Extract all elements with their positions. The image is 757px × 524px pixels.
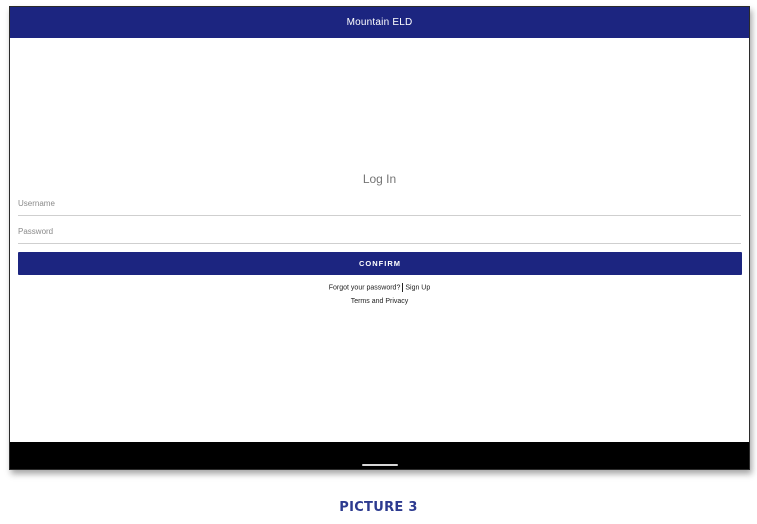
home-indicator[interactable]	[362, 464, 398, 466]
app-bar: Mountain ELD	[10, 7, 749, 38]
figure-caption: PICTURE 3	[339, 500, 418, 515]
password-field	[18, 221, 741, 244]
confirm-button[interactable]: CONFIRM	[18, 252, 742, 275]
password-input[interactable]	[18, 224, 741, 239]
account-links: Forgot your password? Sign Up	[10, 283, 749, 292]
login-screen: Log In CONFIRM Forgot your password? Sign…	[10, 38, 749, 442]
system-nav-bar	[10, 442, 749, 469]
sign-up-link[interactable]: Sign Up	[405, 284, 430, 291]
terms-row: Terms and Privacy	[10, 298, 749, 305]
app-title: Mountain ELD	[346, 17, 413, 28]
forgot-password-link[interactable]: Forgot your password?	[329, 284, 401, 291]
username-input[interactable]	[18, 196, 741, 211]
username-field	[18, 193, 741, 216]
device-screen: Mountain ELD Log In CONFIRM Forgot your …	[9, 6, 750, 470]
link-divider	[402, 283, 404, 292]
terms-privacy-link[interactable]: Terms and Privacy	[351, 298, 409, 305]
login-heading: Log In	[362, 172, 397, 186]
